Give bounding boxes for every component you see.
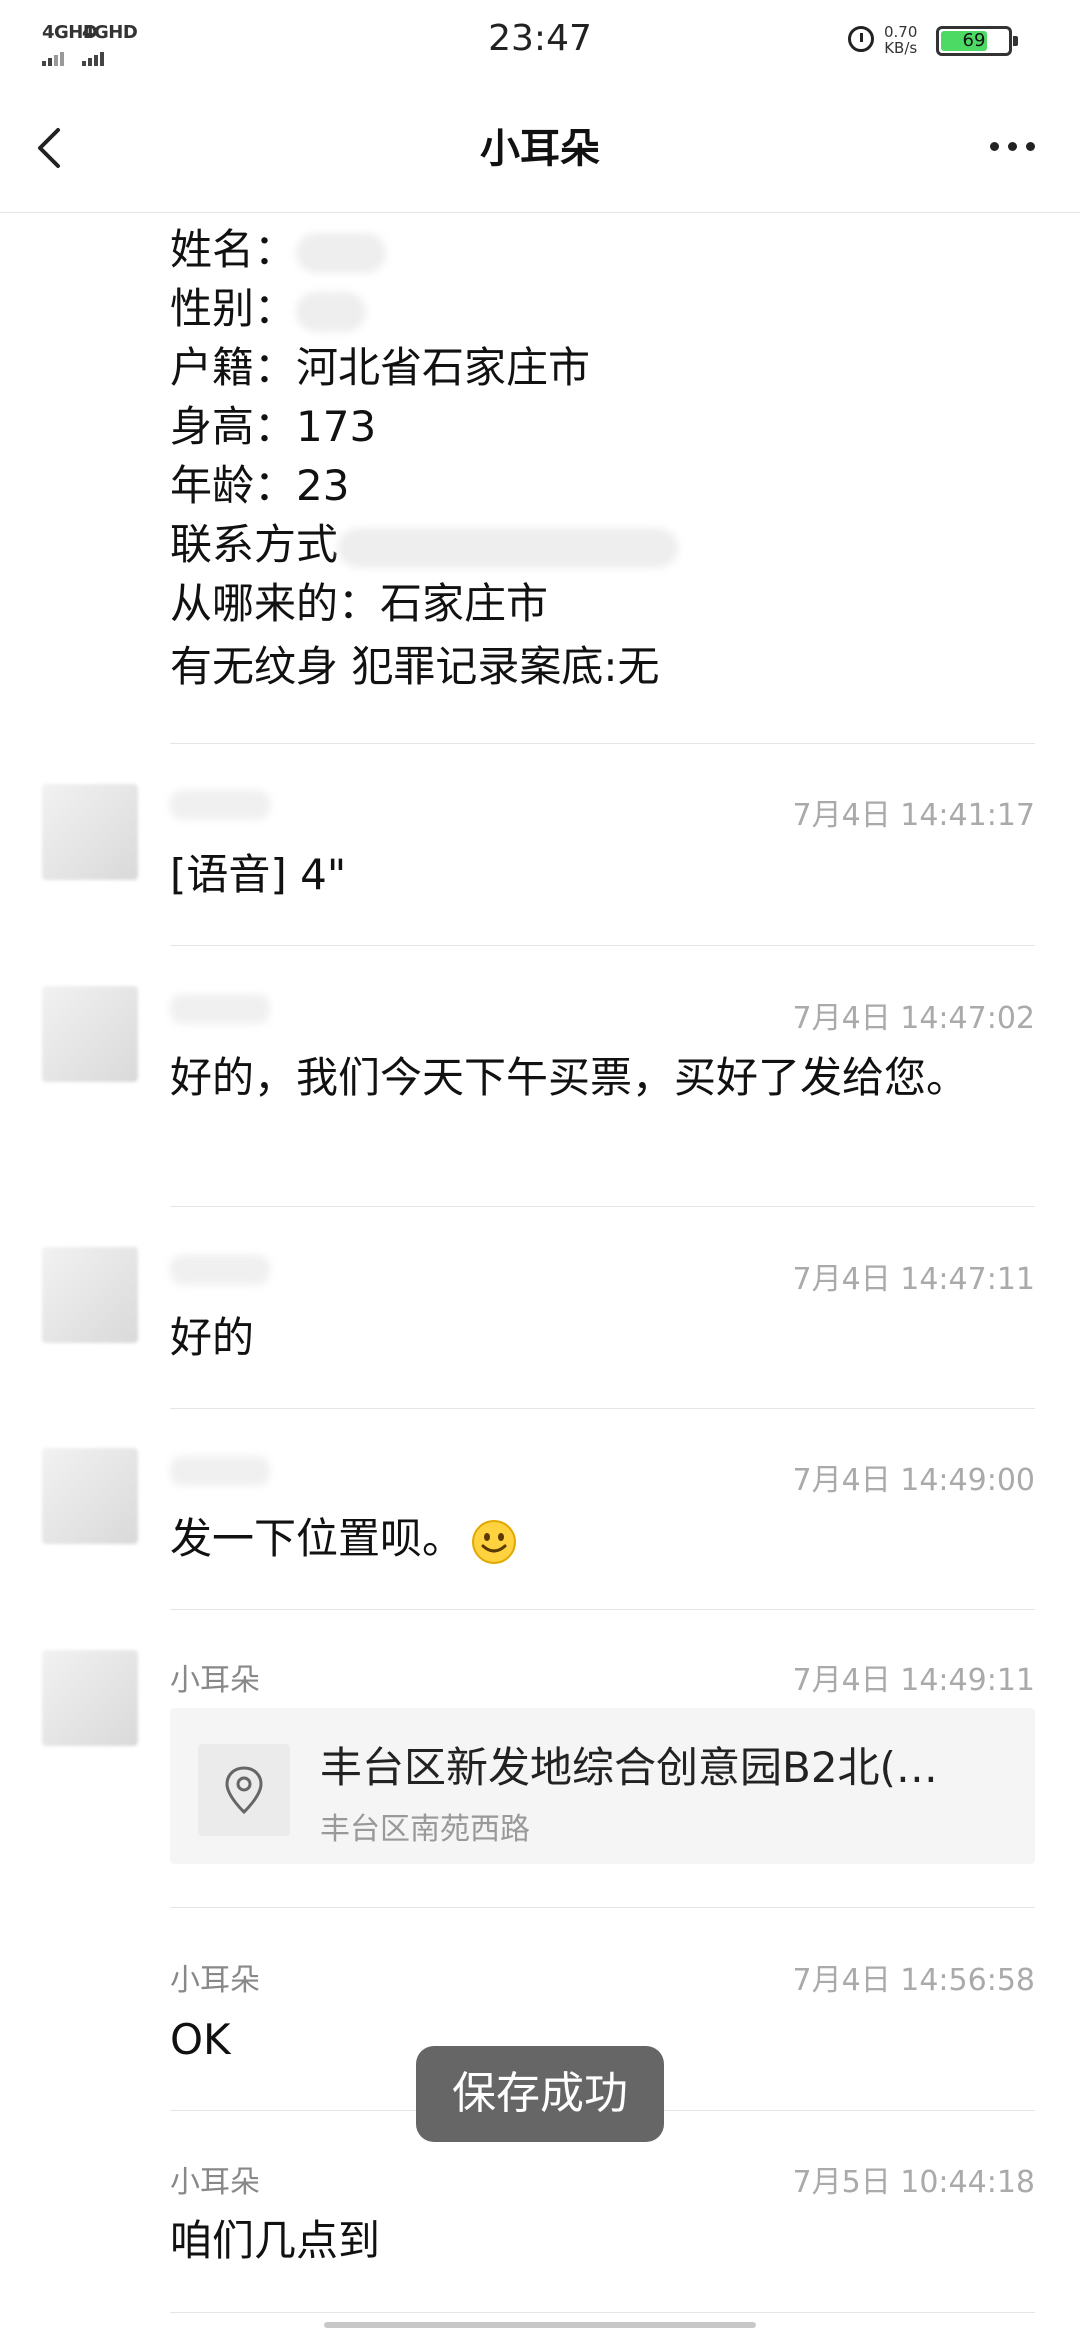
divider	[170, 743, 1035, 744]
info-age-line: 年龄：23	[170, 456, 1050, 515]
info-name-label: 姓名：	[170, 225, 297, 274]
message-time: 7月4日 14:56:58	[792, 1963, 1035, 1998]
network-speed-value: 0.70	[884, 23, 918, 41]
redacted-value	[296, 291, 367, 332]
sender-name: 小耳朵	[170, 2165, 260, 2200]
location-icon-box	[198, 1744, 290, 1836]
info-contact-label: 联系方式	[170, 520, 339, 569]
avatar[interactable]	[42, 986, 138, 1082]
message-time: 7月4日 14:47:11	[792, 1262, 1035, 1297]
message-time: 7月4日 14:49:11	[792, 1663, 1035, 1698]
redacted-value	[296, 232, 387, 273]
save-success-toast: 保存成功	[416, 2046, 664, 2142]
divider	[170, 2312, 1035, 2313]
message-text[interactable]: 咱们几点到	[170, 2208, 1030, 2274]
info-height-value: 173	[296, 402, 377, 451]
sender-name	[170, 790, 270, 820]
message-time: 7月5日 10:44:18	[792, 2165, 1035, 2200]
sender-name: 小耳朵	[170, 1963, 260, 1998]
info-hukou-label: 户籍：	[170, 343, 297, 392]
divider	[170, 1206, 1035, 1207]
location-subtitle: 丰台区南苑西路	[320, 1812, 530, 1847]
redacted-value	[338, 527, 679, 568]
info-hukou-line: 户籍：河北省石家庄市	[170, 338, 1050, 397]
avatar[interactable]	[42, 784, 138, 880]
message-text[interactable]: 好的	[170, 1305, 1030, 1371]
sender-name	[170, 1456, 270, 1486]
info-tattoo-line: 有无纹身 犯罪记录案底:无	[170, 642, 660, 691]
info-from-line: 从哪来的：石家庄市	[170, 574, 1050, 633]
message-text[interactable]: [语音] 4"	[170, 842, 1030, 908]
message-text-content: 发一下位置呗。	[170, 1514, 465, 1563]
home-indicator[interactable]	[324, 2322, 756, 2328]
info-contact-line: 联系方式	[170, 515, 1050, 574]
more-button[interactable]	[984, 124, 1044, 168]
message-time: 7月4日 14:41:17	[792, 798, 1035, 833]
message-text[interactable]: 好的，我们今天下午买票，买好了发给您。	[170, 1045, 970, 1111]
info-age-label: 年龄：	[170, 461, 297, 510]
status-time: 23:47	[488, 18, 592, 59]
smile-emoji-icon	[472, 1519, 517, 1564]
message-time: 7月4日 14:49:00	[792, 1463, 1035, 1498]
info-message[interactable]: 姓名： 性别： 户籍：河北省石家庄市 身高：173 年龄：23 联系方式 从哪来…	[170, 220, 1050, 696]
sender-name	[170, 1255, 270, 1285]
info-name-line: 姓名：	[170, 220, 1050, 279]
status-bar: 4GHD 4GHD 23:47 0.70 KB/s 69	[0, 0, 1080, 84]
network-speed-unit: KB/s	[884, 39, 918, 57]
info-height-line: 身高：173	[170, 397, 1050, 456]
divider	[170, 1408, 1035, 1409]
divider	[170, 945, 1035, 946]
location-pin-icon	[225, 1766, 263, 1815]
battery-level: 69	[962, 30, 986, 51]
alarm-clock-icon	[848, 26, 874, 52]
info-gender-label: 性别：	[170, 284, 297, 333]
sender-name: 小耳朵	[170, 1663, 260, 1698]
divider	[170, 1907, 1035, 1908]
nav-bar: 小耳朵	[0, 84, 1080, 213]
message-text[interactable]: 发一下位置呗。	[170, 1506, 1030, 1572]
info-gender-line: 性别：	[170, 279, 1050, 338]
avatar[interactable]	[42, 1247, 138, 1343]
message-time: 7月4日 14:47:02	[792, 1001, 1035, 1036]
location-card[interactable]: 丰台区新发地综合创意园B2北(… 丰台区南苑西路	[170, 1708, 1035, 1864]
network-speed: 0.70 KB/s	[884, 24, 917, 56]
divider	[170, 1609, 1035, 1610]
info-from-label: 从哪来的：	[170, 579, 381, 628]
location-title: 丰台区新发地综合创意园B2北(…	[320, 1743, 938, 1792]
info-hukou-value: 河北省石家庄市	[296, 343, 591, 392]
info-from-value: 石家庄市	[380, 579, 549, 628]
avatar[interactable]	[42, 1650, 138, 1746]
info-age-value: 23	[296, 461, 350, 510]
info-height-label: 身高：	[170, 402, 297, 451]
page-title: 小耳朵	[480, 126, 600, 172]
sender-name	[170, 994, 270, 1024]
battery-icon: 69	[936, 26, 1018, 56]
avatar[interactable]	[42, 1448, 138, 1544]
more-dots-icon	[990, 142, 999, 151]
